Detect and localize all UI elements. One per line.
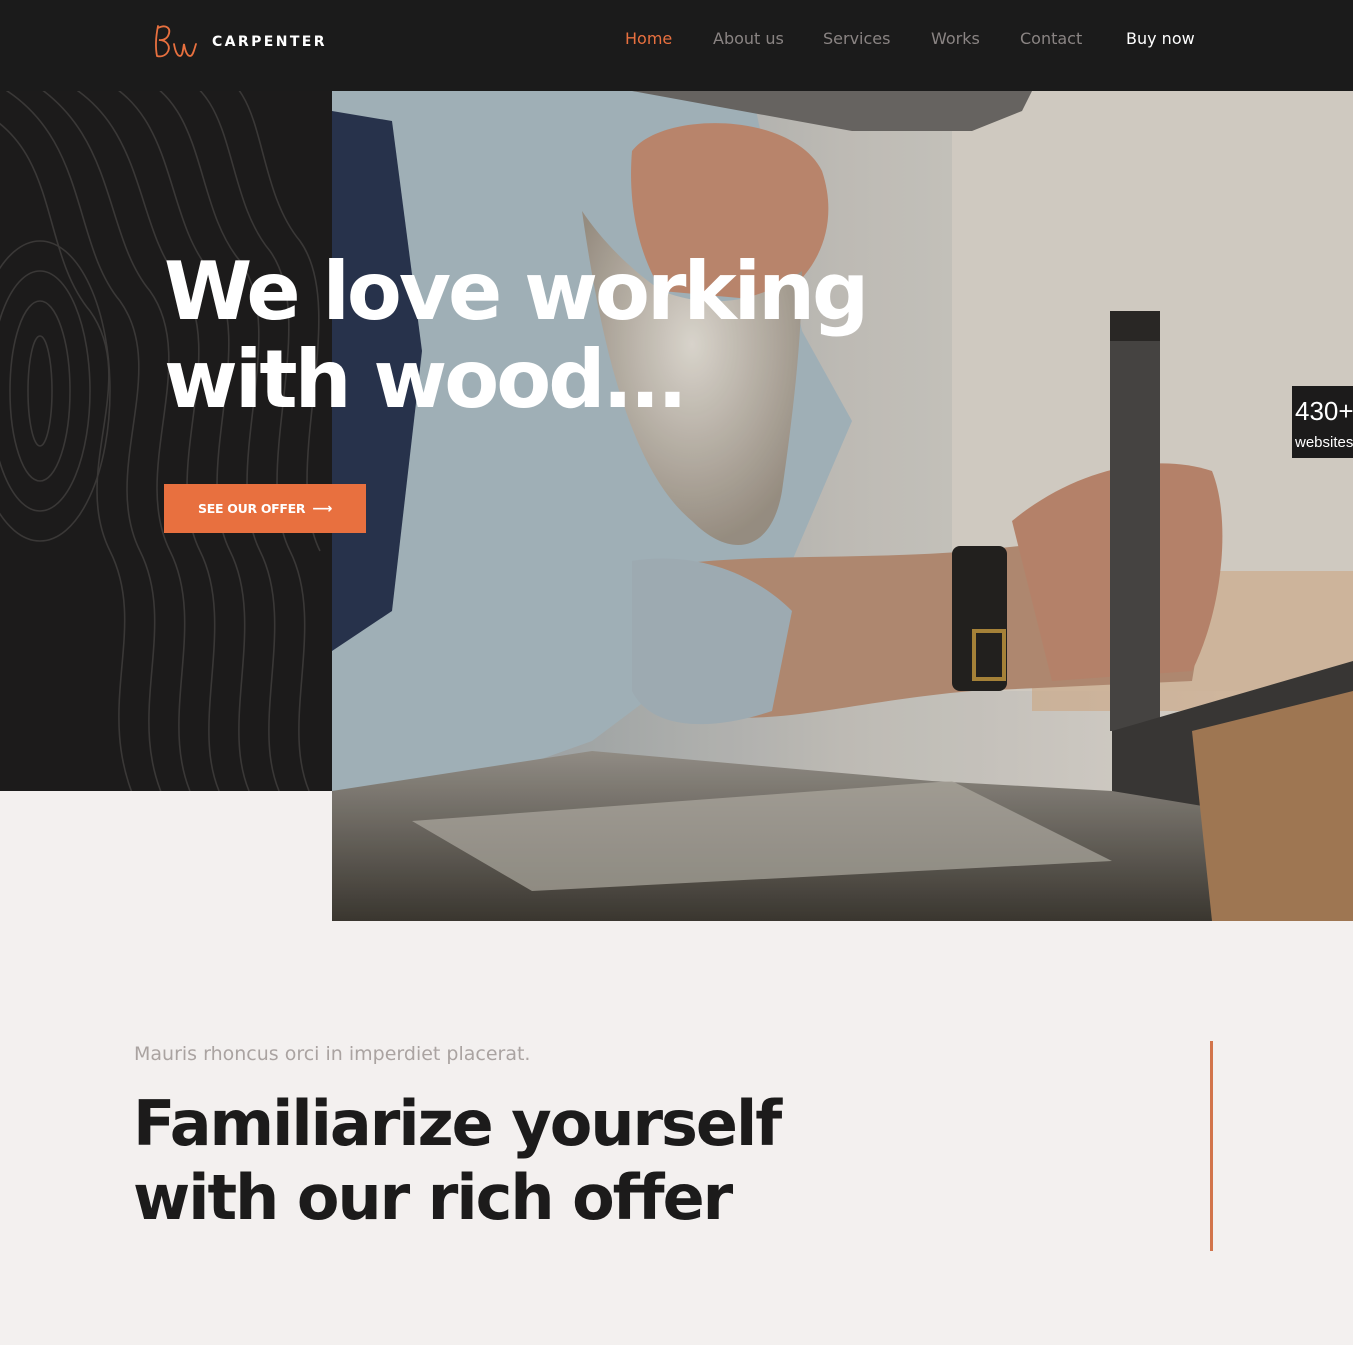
wood-grain-panel <box>0 91 332 791</box>
hero-carpenter-photo <box>332 91 1353 921</box>
offer-title: Familiarize yourself with our rich offer <box>133 1087 782 1235</box>
offer-title-line-1: Familiarize yourself <box>133 1087 782 1160</box>
badge-count: 430+ <box>1295 396 1353 426</box>
nav-services[interactable]: Services <box>823 29 890 48</box>
buy-now-button[interactable]: Buy now <box>1126 29 1195 48</box>
accent-divider <box>1210 1041 1213 1251</box>
badge-label: websites <box>1295 434 1353 451</box>
hero-title-line-1: We love working <box>164 245 869 338</box>
nav-works[interactable]: Works <box>931 29 980 48</box>
wood-grain-pattern <box>0 91 321 791</box>
main-nav: Home About us Services Works Contact Buy… <box>0 29 1353 53</box>
bearded-carpenter-at-table-saw-photo <box>332 91 1353 921</box>
site-header: CARPENTER Home About us Services Works C… <box>0 0 1353 91</box>
nav-about-us[interactable]: About us <box>713 29 784 48</box>
hero-title: We love working with wood... <box>164 245 869 426</box>
websites-count-badge[interactable]: 430+ websites <box>1292 386 1353 458</box>
hero-title-line-2: with wood... <box>164 333 688 426</box>
long-arrow-right-icon: ⟶ <box>312 500 332 517</box>
see-our-offer-button[interactable]: SEE OUR OFFER ⟶ <box>164 484 366 533</box>
offer-title-line-2: with our rich offer <box>133 1161 733 1234</box>
offer-kicker: Mauris rhoncus orci in imperdiet placera… <box>134 1043 531 1065</box>
cta-label: SEE OUR OFFER <box>198 501 306 516</box>
nav-contact[interactable]: Contact <box>1020 29 1082 48</box>
nav-home[interactable]: Home <box>625 29 672 48</box>
